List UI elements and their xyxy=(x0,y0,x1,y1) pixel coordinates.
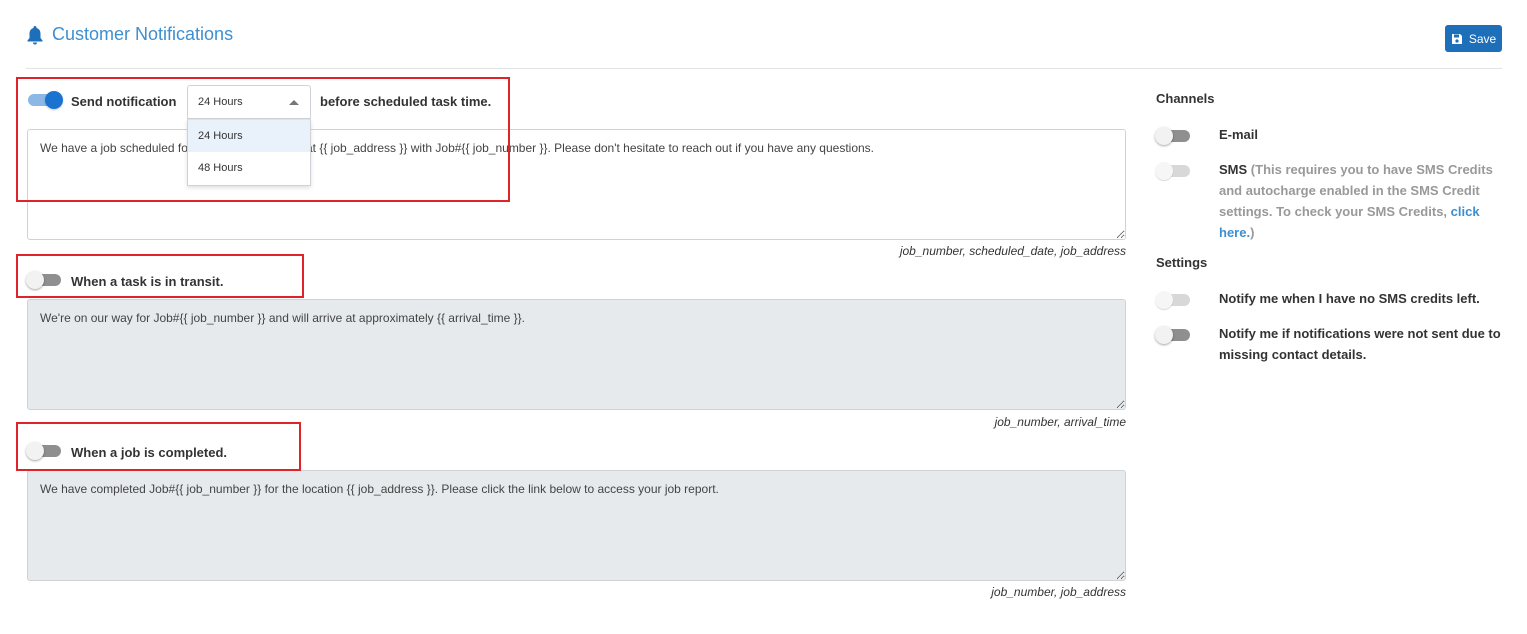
bell-icon xyxy=(27,25,43,44)
in-transit-label: When a task is in transit. xyxy=(71,274,224,289)
page-title: Customer Notifications xyxy=(52,24,234,44)
send-notification-label: Send notification xyxy=(71,94,177,109)
job-completed-label: When a job is completed. xyxy=(71,445,228,460)
job-completed-toggle[interactable] xyxy=(26,441,63,461)
page-header: Customer Notifications xyxy=(26,24,233,45)
completed-message-textarea[interactable]: We have completed Job#{{ job_number }} f… xyxy=(27,470,1126,581)
not-sent-label: Notify me if notifications were not sent… xyxy=(1219,326,1501,362)
save-icon xyxy=(1451,33,1462,44)
header-divider xyxy=(26,68,1502,69)
save-button-label: Save xyxy=(1468,31,1497,46)
transit-variables: job_number, arrival_time xyxy=(994,415,1126,429)
transit-message-textarea[interactable]: We're on our way for Job#{{ job_number }… xyxy=(27,299,1126,410)
no-credits-toggle[interactable] xyxy=(1155,290,1192,310)
sms-note-end: ) xyxy=(1250,225,1255,240)
not-sent-toggle[interactable] xyxy=(1155,325,1192,345)
hours-option-24[interactable]: 24 Hours xyxy=(188,120,310,152)
before-scheduled-label: before scheduled task time. xyxy=(320,94,492,109)
caret-up-icon xyxy=(289,100,299,105)
hours-dropdown-menu: 24 Hours 48 Hours xyxy=(187,119,311,186)
email-toggle[interactable] xyxy=(1155,126,1192,146)
save-button[interactable]: Save xyxy=(1445,25,1502,52)
channels-heading: Channels xyxy=(1156,91,1215,106)
no-credits-label: Notify me when I have no SMS credits lef… xyxy=(1219,291,1480,306)
in-transit-toggle[interactable] xyxy=(26,270,63,290)
hours-select[interactable]: 24 Hours xyxy=(187,85,311,119)
scheduled-variables: job_number, scheduled_date, job_address xyxy=(899,244,1126,258)
hours-option-48[interactable]: 48 Hours xyxy=(188,152,310,184)
completed-variables: job_number, job_address xyxy=(991,585,1126,599)
email-label: E-mail xyxy=(1219,127,1259,142)
sms-label: SMS xyxy=(1219,162,1248,177)
settings-heading: Settings xyxy=(1156,255,1208,270)
sms-toggle[interactable] xyxy=(1155,161,1192,181)
send-notification-toggle[interactable] xyxy=(26,90,63,110)
hours-select-value: 24 Hours xyxy=(198,96,243,108)
sms-description: SMS (This requires you to have SMS Credi… xyxy=(1219,159,1504,243)
